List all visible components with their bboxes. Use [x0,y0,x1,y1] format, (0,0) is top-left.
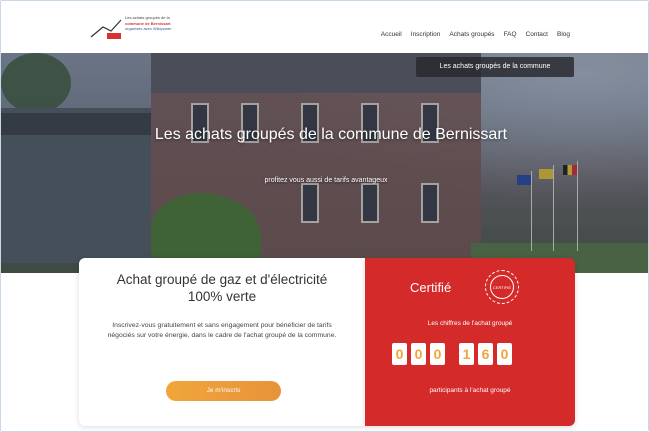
offer-card: Achat groupé de gaz et d'électricité 100… [79,258,365,426]
hero-subtitle: profitez vous aussi de tarifs avantageux [264,177,388,184]
certified-seal-icon: CERTIFIÉ [485,270,519,304]
nav-inscription[interactable]: Inscription [411,31,441,38]
offer-description: Inscrivez-vous gratuitement et sans enga… [107,322,337,339]
site-header: Les achats groupés de la commune de Bern… [1,1,648,53]
offer-title: Achat groupé de gaz et d'électricité 100… [116,272,328,304]
certified-label: Certifié [410,280,452,295]
nav-home[interactable]: Accueil [381,31,402,38]
logo-line-3: organisés avec Wikipower [125,26,172,31]
counter-card: Certifié CERTIFIÉ Les chiffres de l'acha… [365,258,575,426]
counter-heading: Les chiffres de l'achat groupé [427,320,513,327]
counter-caption: participants à l'achat groupé [429,387,511,394]
participant-counter: 0 0 0 1 6 0 [392,343,512,365]
counter-digit: 0 [497,343,512,365]
nav-blog[interactable]: Blog [557,31,570,38]
logo-mark-icon [90,19,122,39]
main-nav: Accueil Inscription Achats groupés FAQ C… [381,31,570,38]
counter-digit: 0 [411,343,426,365]
nav-contact[interactable]: Contact [526,31,548,38]
site-logo[interactable]: Les achats groupés de la commune de Bern… [89,15,209,43]
counter-digit: 0 [430,343,445,365]
page: Les achats groupés de la commune de Bern… [0,0,649,432]
hero-cta-button[interactable]: Les achats groupés de la commune [416,57,574,77]
nav-achats-groupes[interactable]: Achats groupés [449,31,494,38]
hero-section: Les achats groupés de la commune Les ach… [1,53,648,273]
counter-digit: 1 [459,343,474,365]
counter-digit: 0 [392,343,407,365]
counter-digit: 6 [478,343,493,365]
signup-button[interactable]: Je m'inscris [166,381,281,401]
hero-title: Les achats groupés de la commune de Bern… [154,126,508,143]
nav-faq[interactable]: FAQ [504,31,517,38]
